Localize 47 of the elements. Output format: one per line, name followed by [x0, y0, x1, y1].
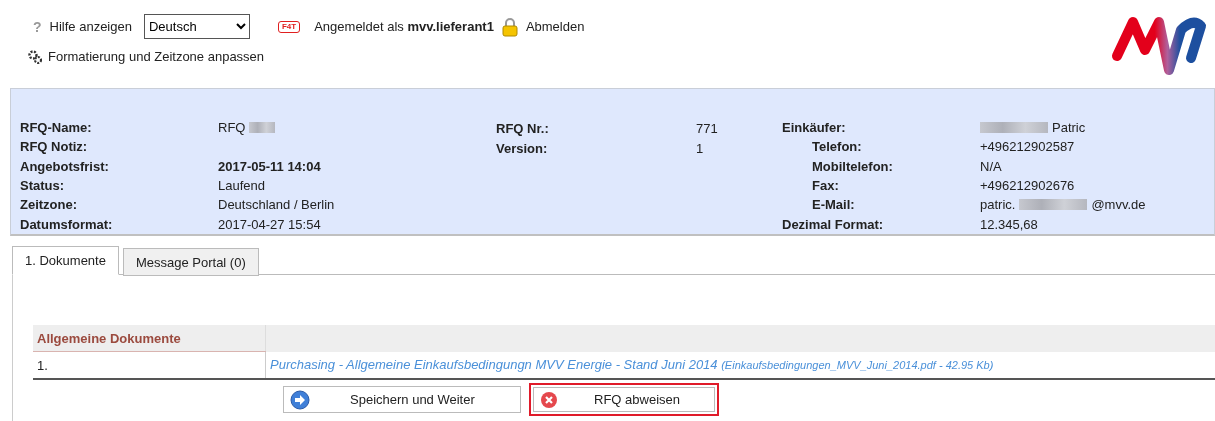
field-value: RFQ [218, 120, 246, 136]
help-link[interactable]: Hilfe anzeigen [49, 19, 132, 34]
field-label: Zeitzone: [20, 197, 79, 213]
settings-link[interactable]: Formatierung und Zeitzone anpassen [48, 49, 265, 64]
field-label: Status: [20, 178, 66, 194]
field-label: Telefon: [811, 139, 863, 155]
field-value: Patric [1052, 120, 1086, 136]
tab[interactable]: Message Portal (0) [122, 248, 259, 276]
field-value: 2017-05-11 14:04 [218, 158, 321, 174]
field-value: 12.345,68 [980, 216, 1038, 232]
redacted-blur [1019, 199, 1088, 211]
login-status: Angemeldet als mvv.lieferant1 [314, 19, 494, 34]
field-value: 771 [696, 120, 718, 136]
field-label: Mobiltelefon: [811, 158, 894, 174]
field-value: +496212902587 [980, 139, 1075, 155]
language-dropdown[interactable]: Deutsch [143, 14, 250, 39]
field-label: Datumsformat: [20, 216, 114, 232]
field-label: Version: [496, 140, 549, 156]
reject-button[interactable]: RFQ abweisen [529, 383, 719, 416]
field-label: Angebotsfrist: [20, 158, 110, 174]
field-value: patric. [980, 197, 1016, 213]
field-label: E-Mail: [811, 197, 856, 213]
field-value: +496212902676 [980, 178, 1075, 194]
field-value: N/A [980, 158, 1002, 174]
badge-logo: F4T [277, 20, 301, 33]
tab[interactable]: 1. Dokumente [12, 246, 119, 275]
redacted-blur [249, 122, 276, 134]
field-label: RFQ Notiz: [20, 139, 89, 155]
field-value: Laufend [218, 178, 265, 194]
logout-link[interactable]: Abmelden [525, 19, 585, 34]
field-label: Fax: [811, 178, 840, 194]
gears-icon [28, 49, 42, 64]
redacted-blur [980, 122, 1048, 134]
field-value: 2017-04-27 15:54 [218, 216, 321, 232]
field-label: Dezimal Format: [782, 216, 885, 232]
field-label: RFQ-Name: [20, 120, 93, 136]
lock-icon [501, 16, 518, 37]
column-header: Allgemeine Dokumente [33, 325, 266, 352]
field-label: Einkäufer: [782, 120, 847, 136]
field-value: @mvv.de [1091, 197, 1146, 213]
save-button[interactable]: Speichern und Weiter [283, 386, 521, 413]
field-value: Deutschland / Berlin [218, 197, 335, 213]
field-label: RFQ Nr.: [496, 120, 550, 136]
field-value: 1 [696, 140, 704, 156]
close-icon [540, 390, 558, 409]
file-link[interactable]: (Einkaufsbedingungen_MVV_Juni_2014.pdf - 42.95 Kb) [721, 359, 994, 372]
table-cell: 1. [33, 351, 266, 379]
